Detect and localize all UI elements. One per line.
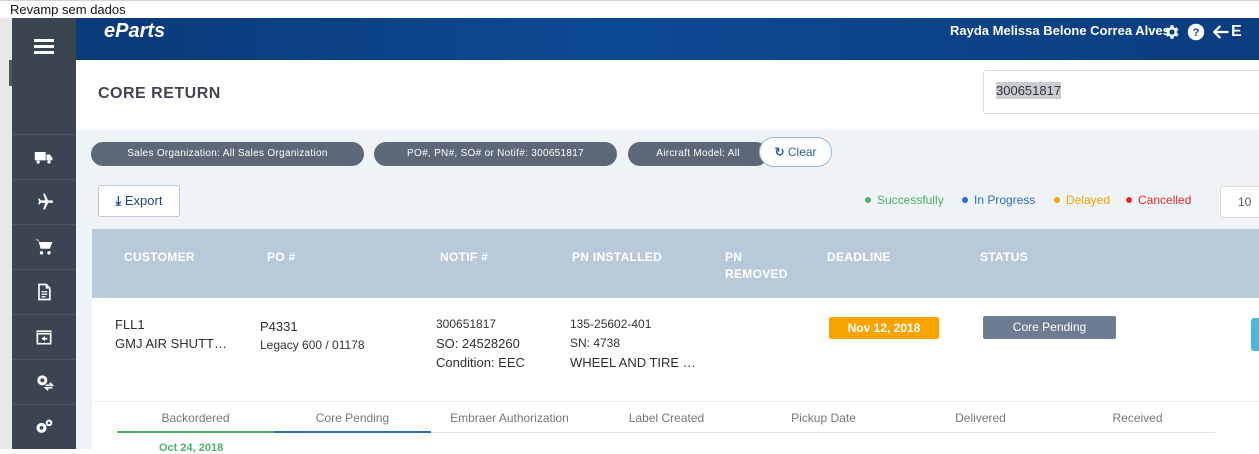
nav-item-settings[interactable] — [12, 404, 76, 448]
table-row[interactable]: FLL1 GMJ AIR SHUTT… P4331 Legacy 600 / 0… — [92, 298, 1259, 402]
step-complete-bar — [117, 431, 274, 433]
filter-chip-search[interactable]: PO#, PN#, SO# or Notif#: 300651817 — [374, 142, 617, 166]
legend-dot — [865, 196, 871, 203]
deadline-badge: Nov 12, 2018 — [829, 317, 939, 339]
legend-delayed: Delayed — [1054, 193, 1110, 207]
user-name[interactable]: Rayda Melissa Belone Correa Alves — [950, 23, 1170, 38]
results-table: CUSTOMER PO # NOTIF # PN INSTALLED PN RE… — [92, 229, 1259, 454]
step-backordered[interactable]: Backordered — [117, 411, 274, 425]
step-pickup-date[interactable]: Pickup Date — [745, 411, 902, 425]
column-header-customer[interactable]: CUSTOMER — [124, 249, 195, 266]
legend-dot — [1054, 196, 1060, 203]
legend-label: In Progress — [974, 193, 1036, 207]
sidebar — [12, 18, 76, 449]
nav-item-cart[interactable] — [12, 224, 76, 268]
step-date: Oct 24, 2018 — [159, 442, 224, 454]
nav-item-flights[interactable] — [12, 179, 76, 223]
legend-label: Cancelled — [1138, 193, 1192, 207]
legend-cancelled: Cancelled — [1126, 193, 1191, 207]
po-cell: P4331 Legacy 600 / 01178 — [260, 317, 365, 355]
download-icon: ⤓ — [115, 193, 122, 208]
step-embraer-authorization[interactable]: Embraer Authorization — [431, 411, 588, 425]
column-header-po[interactable]: PO # — [267, 249, 296, 266]
po-number: P4331 — [260, 319, 298, 334]
refresh-icon: ↻ — [774, 145, 785, 159]
top-bar: eParts Rayda Melissa Belone Correa Alves… — [76, 18, 1259, 60]
column-header-pn-removed[interactable]: PN REMOVED — [725, 249, 795, 283]
nav-item-core-return[interactable] — [12, 314, 76, 358]
pn-installed: 135-25602-401 — [570, 317, 652, 331]
column-header-deadline[interactable]: DEADLINE — [827, 249, 891, 266]
exit-label: E — [1231, 23, 1242, 40]
customer-name: GMJ AIR SHUTT… — [115, 336, 227, 351]
export-label: Export — [124, 193, 163, 208]
clear-label: Clear — [787, 145, 817, 159]
page-size-select[interactable]: 10 — [1220, 186, 1259, 218]
search-value: 300651817 — [996, 82, 1062, 99]
nav-item-trucks[interactable] — [12, 134, 76, 178]
page-title: CORE RETURN — [98, 85, 221, 102]
pn-description: WHEEL AND TIRE … — [570, 355, 696, 370]
step-received[interactable]: Received — [1059, 411, 1216, 425]
customer-cell: FLL1 GMJ AIR SHUTT… — [115, 315, 227, 353]
serial-number: SN: 4738 — [570, 336, 621, 350]
legend-dot — [1126, 196, 1132, 203]
column-header-pn-installed[interactable]: PN INSTALLED — [572, 249, 662, 266]
so-number: SO: 24528260 — [436, 336, 520, 351]
legend-label: Successfully — [877, 193, 944, 207]
filter-chip-aircraft[interactable]: Aircraft Model: All — [628, 142, 768, 166]
legend-in-progress: In Progress — [962, 193, 1035, 207]
clear-filters-button[interactable]: ↻ Clear — [759, 137, 832, 167]
step-delivered[interactable]: Delivered — [902, 411, 1059, 425]
step-current-bar — [274, 431, 431, 433]
svg-text:?: ? — [1193, 27, 1200, 39]
help-button[interactable]: ? — [1186, 22, 1206, 42]
pn-installed-cell: 135-25602-401 SN: 4738 WHEEL AND TIRE … — [570, 315, 696, 372]
window-edge — [0, 18, 12, 449]
legend-dot — [962, 196, 968, 203]
filter-chip-sales-org[interactable]: Sales Organization: All Sales Organizati… — [91, 142, 364, 166]
progress-steps: Backordered Core Pending Embraer Authori… — [117, 402, 1216, 454]
airplane-icon — [38, 193, 54, 209]
help-icon: ? — [1187, 23, 1205, 41]
app-logo[interactable]: eParts — [104, 20, 165, 43]
nav-item-documents[interactable] — [12, 269, 76, 313]
truck-icon — [34, 151, 53, 164]
step-core-pending[interactable]: Core Pending — [274, 411, 431, 425]
notif-number: 300651817 — [436, 317, 497, 331]
logout-button[interactable]: E — [1212, 22, 1259, 42]
customer-code: FLL1 — [115, 317, 145, 332]
gears-icon — [36, 419, 53, 433]
nav-item-exchange[interactable] — [12, 359, 76, 403]
hamburger-icon — [34, 39, 54, 54]
return-box-icon — [36, 329, 52, 344]
legend-successfully: Successfully — [865, 193, 944, 207]
exit-arrow-icon — [1212, 25, 1229, 39]
gear-exchange-icon — [37, 374, 54, 391]
gear-icon — [1165, 25, 1179, 39]
condition: Condition: EEC — [436, 355, 525, 370]
status-badge: Core Pending — [983, 316, 1116, 339]
menu-button[interactable] — [12, 18, 76, 74]
column-header-notif[interactable]: NOTIF # — [440, 249, 488, 266]
table-header: CUSTOMER PO # NOTIF # PN INSTALLED PN RE… — [92, 229, 1259, 298]
search-input[interactable]: 300651817 — [983, 70, 1259, 114]
legend-label: Delayed — [1066, 193, 1111, 207]
notif-cell: 300651817 SO: 24528260 Condition: EEC — [436, 315, 525, 372]
row-action-button[interactable] — [1251, 318, 1259, 351]
window-title: Revamp sem dados — [0, 0, 1259, 18]
step-label-created[interactable]: Label Created — [588, 411, 745, 425]
export-button[interactable]: ⤓ Export — [98, 185, 180, 217]
cart-icon — [35, 239, 53, 254]
po-detail: Legacy 600 / 01178 — [260, 338, 365, 352]
document-icon — [38, 283, 51, 300]
page-header: CORE RETURN 300651817 — [76, 60, 1259, 130]
column-header-status[interactable]: STATUS — [980, 249, 1028, 266]
settings-button[interactable] — [1162, 22, 1182, 42]
main-content: CORE RETURN 300651817 Sales Organization… — [76, 60, 1259, 454]
